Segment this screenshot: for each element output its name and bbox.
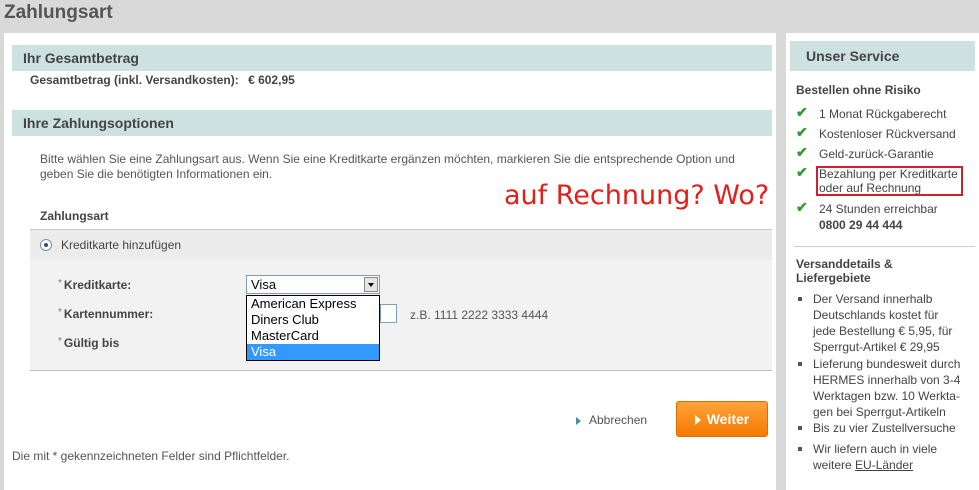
total-value: € 602,95	[248, 73, 295, 87]
check-icon: ✔	[796, 164, 808, 180]
service-item-label: 1 Monat Rückgaberecht	[819, 107, 947, 121]
page-title: Zahlungsart	[4, 2, 113, 23]
shipping-info-line: Lieferung bundesweit durch	[813, 357, 961, 371]
next-button-label[interactable]: Weiter	[707, 411, 750, 427]
shipping-title-line: Versanddetails &	[796, 257, 893, 271]
payment-option-credit-card[interactable]: Kreditkarte hinzufügen	[30, 229, 772, 260]
card-number-input[interactable]	[380, 304, 397, 323]
card-type-select[interactable]: Visa	[246, 275, 380, 294]
required-star: *	[58, 278, 62, 289]
shipping-info-line: HERMES innerhalb von 3-4	[813, 373, 961, 387]
shipping-title-line: Liefergebiete	[796, 271, 871, 285]
card-number-hint: z.B. 1111 2222 3333 4444	[410, 308, 549, 322]
chevron-down-icon[interactable]	[364, 277, 378, 292]
card-number-label: * Kartennummer:	[58, 307, 153, 321]
main-panel: Ihr Gesamtbetrag Gesamtbetrag (inkl. Ver…	[4, 33, 776, 490]
bullet-icon	[798, 426, 802, 430]
check-icon: ✔	[796, 199, 808, 215]
highlight-box	[816, 166, 963, 196]
cancel-link[interactable]: Abbrechen	[576, 413, 647, 427]
sidebar-header: Unser Service	[790, 41, 975, 71]
next-button[interactable]: Weiter	[676, 401, 768, 437]
payment-intro-text: Bitte wählen Sie eine Zahlungsart aus. W…	[40, 152, 735, 181]
payment-section-header: Ihre Zahlungsoptionen	[12, 110, 772, 136]
total-line: Gesamtbetrag (inkl. Versandkosten): € 60…	[30, 73, 295, 87]
arrow-right-icon	[694, 415, 701, 426]
shipping-info-line: Der Versand innerhalb	[813, 292, 933, 306]
bullet-icon	[798, 447, 802, 451]
card-type-select-value: Visa	[251, 277, 277, 292]
shipping-info-line: Werktagen bzw. 10 Werkta-	[813, 389, 960, 403]
check-icon: ✔	[796, 124, 808, 140]
service-item-label: Kostenloser Rückversand	[819, 127, 956, 141]
card-type-label-text: Kreditkarte:	[63, 278, 132, 292]
risk-free-title: Bestellen ohne Risiko	[796, 83, 921, 97]
expiry-label-text: Gültig bis	[63, 336, 120, 350]
required-fields-note: Die mit * gekennzeichneten Felder sind P…	[12, 449, 290, 463]
shipping-info-text: weitere	[813, 458, 856, 472]
sidebar-divider	[794, 246, 975, 247]
shipping-info-line: gen bei Sperrgut-Artikeln	[813, 405, 946, 419]
card-type-label: * Kreditkarte:	[58, 278, 131, 292]
bullet-icon	[798, 362, 802, 366]
credit-card-form: * Kreditkarte: * Kartennummer: * Gültig bis…	[30, 260, 772, 371]
cancel-link-label[interactable]: Abbrechen	[589, 413, 647, 427]
shipping-info-line: Sperrgut-Artikel € 29,95	[813, 340, 940, 354]
credit-card-option-label[interactable]: Kreditkarte hinzufügen	[61, 238, 181, 252]
service-phone: 0800 29 44 444	[819, 218, 903, 232]
shipping-info-line: weitere EU-Länder	[813, 457, 973, 473]
check-icon: ✔	[796, 104, 808, 120]
shipping-info-line: Wir liefern auch in viele	[813, 442, 938, 456]
service-item-label: Geld-zurück-Garantie	[819, 147, 934, 161]
service-sidebar: Unser Service Bestellen ohne Risiko ✔ 1 …	[786, 33, 979, 490]
radio-selected-dot	[44, 243, 48, 247]
total-label: Gesamtbetrag (inkl. Versandkosten):	[30, 73, 239, 87]
handwritten-annotation: auf Rechnung? Wo?	[504, 180, 770, 211]
shipping-title: Versanddetails & Liefergebiete	[796, 257, 893, 285]
eu-countries-link[interactable]: EU-Länder	[855, 458, 913, 472]
dropdown-option-selected[interactable]: Visa	[247, 344, 379, 360]
shipping-info-line: Bis zu vier Zustellversuche	[813, 421, 956, 435]
shipping-info-line: jede Bestellung € 5,95, für	[813, 324, 953, 338]
credit-card-radio[interactable]	[40, 239, 52, 251]
zahlungsart-label: Zahlungsart	[40, 209, 109, 223]
bullet-icon	[798, 297, 802, 301]
dropdown-option[interactable]: American Express	[247, 296, 379, 312]
required-star: *	[58, 307, 62, 318]
arrow-right-icon	[576, 416, 581, 425]
dropdown-option[interactable]: Diners Club	[247, 312, 379, 328]
shipping-info-line: Deutschlands kostet für	[813, 308, 939, 322]
required-star: *	[58, 336, 62, 347]
total-section-header: Ihr Gesamtbetrag	[12, 45, 772, 71]
service-item-label: 24 Stunden erreichbar	[819, 202, 938, 216]
check-icon: ✔	[796, 144, 808, 160]
dropdown-option[interactable]: MasterCard	[247, 328, 379, 344]
card-number-label-text: Kartennummer:	[63, 307, 154, 321]
expiry-label: * Gültig bis	[58, 336, 119, 350]
card-type-dropdown-list: American Express Diners Club MasterCard …	[246, 295, 380, 361]
